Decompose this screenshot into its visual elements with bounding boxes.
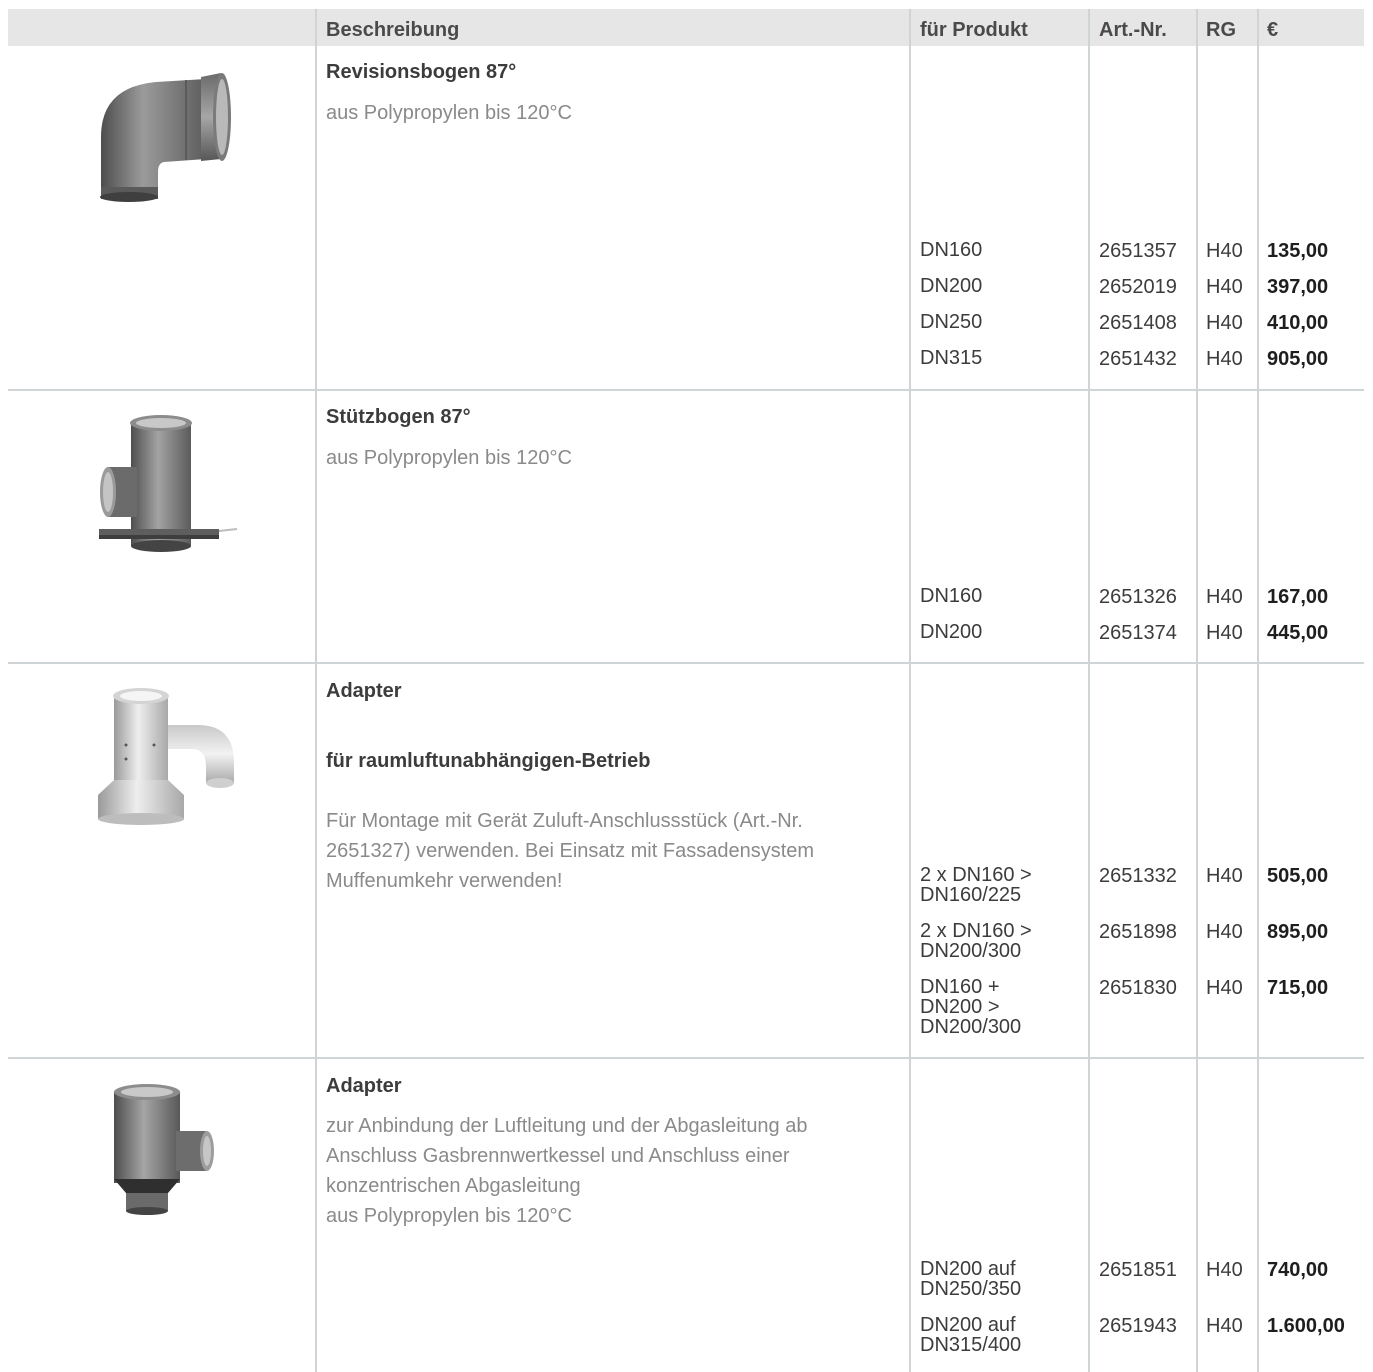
row-art-nr: 2651332 [1099,865,1177,887]
column-divider [909,9,911,1372]
row-separator [8,1057,1364,1059]
row-art-nr: 2651943 [1099,1315,1177,1337]
row-rg: H40 [1206,276,1243,298]
row-price: 905,00 [1267,348,1329,370]
row-art-nr: 2651432 [1099,348,1177,370]
row-rg: H40 [1206,1259,1243,1281]
product-description-text: Für Montage mit Gerät Zuluft-Anschlussst… [326,810,815,892]
row-art-nr: 2651357 [1099,240,1177,262]
row-price: 740,00 [1267,1259,1329,1281]
row-product: 2 x DN160 > DN200/300 [920,920,1032,962]
column-divider [315,9,317,1372]
row-product: DN200 auf DN315/400 [920,1314,1022,1356]
row-product: DN315 [920,347,983,369]
row-price: 715,00 [1267,977,1329,999]
row-rg: H40 [1206,312,1243,334]
row-price: 397,00 [1267,276,1329,298]
row-product: DN200 auf DN250/350 [920,1258,1022,1300]
row-product: DN160 [920,585,983,607]
row-price: 410,00 [1267,312,1329,334]
adapter-tee-pipe-icon [108,1081,218,1217]
row-rg: H40 [1206,586,1243,608]
row-rg: H40 [1206,865,1243,887]
product-description: aus Polypropylen bis 120°C [326,102,572,124]
column-divider [1088,9,1090,1372]
row-art-nr: 2651326 [1099,586,1177,608]
product-description: für raumluftunabhängigen-Betrieb Für Mon… [326,716,886,896]
product-title: Revisionsbogen 87° [326,61,517,83]
row-art-nr: 2651408 [1099,312,1177,334]
row-rg: H40 [1206,921,1243,943]
support-tee-pipe-icon [93,411,238,553]
elbow-pipe-icon [96,67,231,207]
row-product: DN250 [920,311,983,333]
row-separator [8,389,1364,391]
row-art-nr: 2651898 [1099,921,1177,943]
row-art-nr: 2651374 [1099,622,1177,644]
row-price: 445,00 [1267,622,1329,644]
adapter-elbow-pipe-icon [88,685,240,825]
row-product: DN160 + DN200 > DN200/300 [920,976,1022,1038]
row-art-nr: 2651851 [1099,1259,1177,1281]
header-rg: RG [1206,19,1236,41]
header-fuer-produkt: für Produkt [920,19,1028,41]
row-rg: H40 [1206,622,1243,644]
row-rg: H40 [1206,1315,1243,1337]
column-divider [1257,9,1259,1372]
product-title: Adapter [326,1075,402,1097]
row-price: 1.600,00 [1267,1315,1345,1337]
row-price: 505,00 [1267,865,1329,887]
row-rg: H40 [1206,977,1243,999]
product-description: zur Anbindung der Luftleitung und der Ab… [326,1115,808,1227]
header-art-nr: Art.-Nr. [1099,19,1167,41]
row-price: 135,00 [1267,240,1329,262]
price-table: Beschreibung für Produkt Art.-Nr. RG € R… [8,9,1364,1372]
row-product: 2 x DN160 > DN160/225 [920,864,1032,906]
row-product: DN160 [920,239,983,261]
row-rg: H40 [1206,240,1243,262]
header-beschreibung: Beschreibung [326,19,460,41]
product-description: aus Polypropylen bis 120°C [326,447,572,469]
row-product: DN200 [920,275,983,297]
product-title: Adapter [326,680,402,702]
row-art-nr: 2651830 [1099,977,1177,999]
row-rg: H40 [1206,348,1243,370]
row-art-nr: 2652019 [1099,276,1177,298]
row-product: DN200 [920,621,983,643]
row-separator [8,662,1364,664]
header-currency: € [1267,19,1279,41]
column-divider [1196,9,1198,1372]
row-price: 895,00 [1267,921,1329,943]
product-subtitle: für raumluftunabhängigen-Betrieb [326,750,651,772]
product-title: Stützbogen 87° [326,406,471,428]
row-price: 167,00 [1267,586,1329,608]
